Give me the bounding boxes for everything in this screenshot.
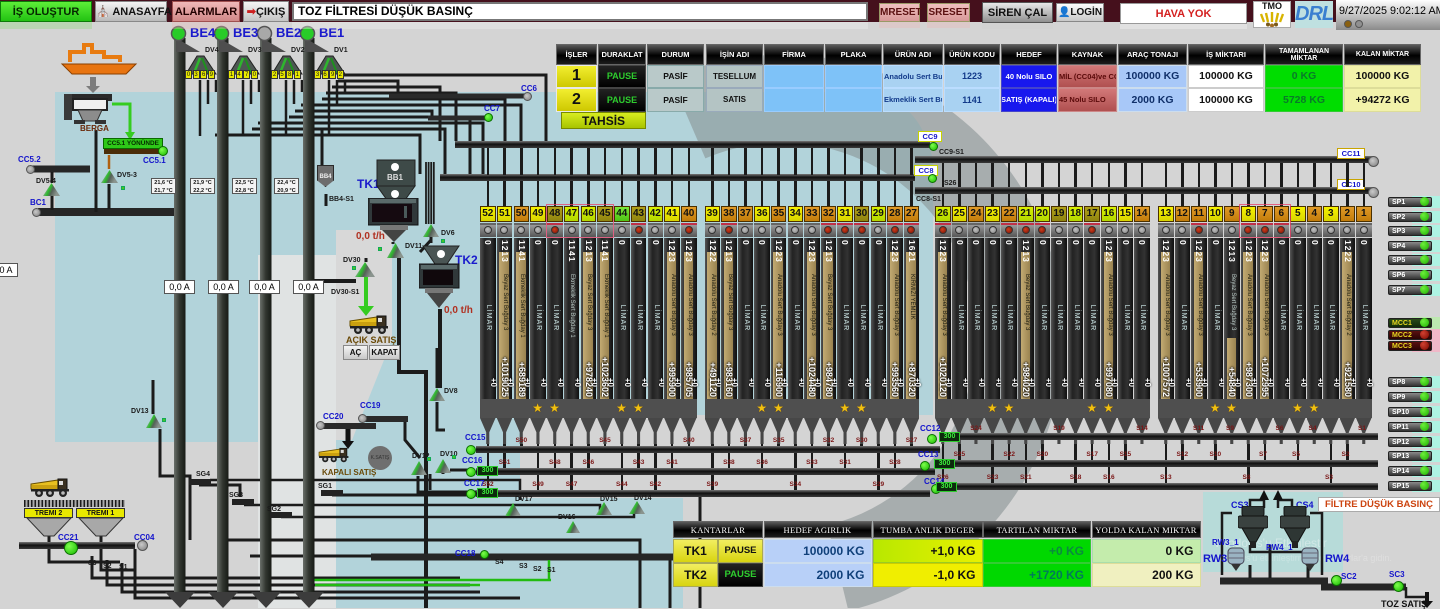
svg-text:BB1: BB1 (387, 173, 404, 182)
